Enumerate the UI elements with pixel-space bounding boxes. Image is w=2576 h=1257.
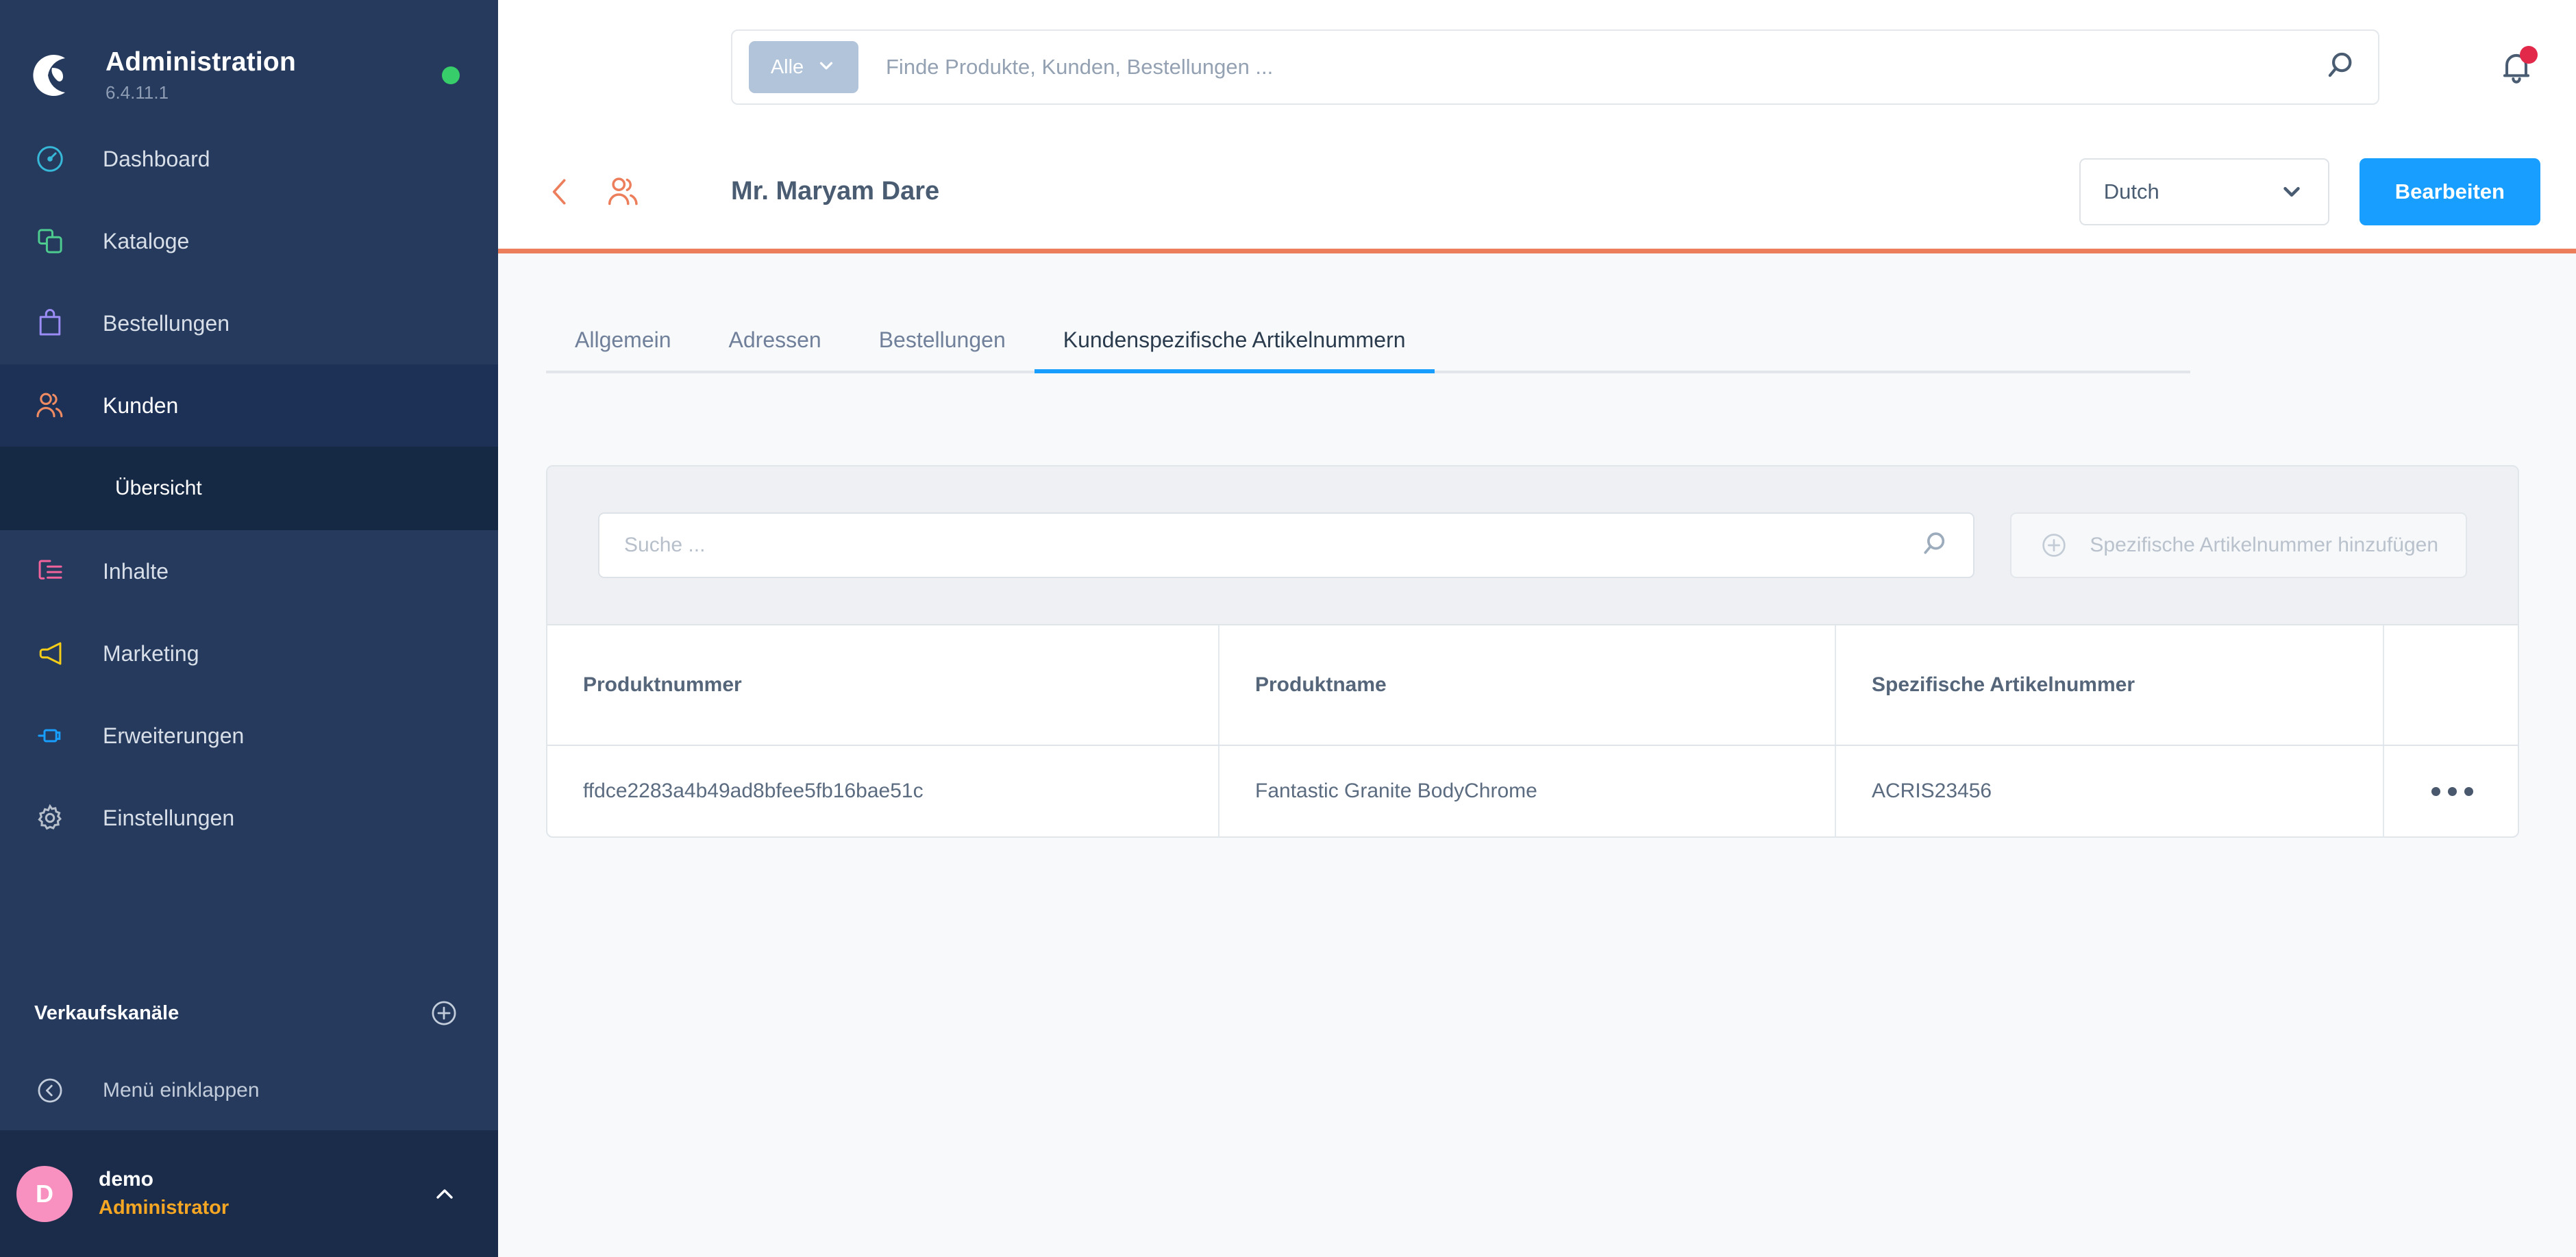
cell-produktnummer: ffdce2283a4b49ad8bfee5fb16bae51c: [547, 745, 1219, 836]
collapse-menu-button[interactable]: Menü einklappen: [0, 1051, 498, 1130]
brand-header: Administration 6.4.11.1: [0, 0, 498, 118]
customers-icon: [605, 173, 642, 210]
user-menu[interactable]: D demo Administrator: [0, 1130, 498, 1257]
notifications-button[interactable]: [2495, 46, 2538, 88]
table-row[interactable]: ffdce2283a4b49ad8bfee5fb16bae51c Fantast…: [547, 745, 2518, 836]
bag-icon: [29, 302, 71, 345]
sales-channels-section: Verkaufskanäle: [0, 975, 498, 1051]
sidebar-nav: Dashboard Kataloge Bestellungen Kunden Ü…: [0, 118, 498, 859]
avatar: D: [16, 1165, 73, 1222]
sidebar-item-einstellungen[interactable]: Einstellungen: [0, 777, 498, 859]
sidebar-subitem-uebersicht[interactable]: Übersicht: [0, 447, 498, 530]
topbar: Alle: [498, 0, 2576, 134]
smart-bar: Mr. Maryam Dare Dutch Bearbeiten: [498, 134, 2576, 253]
sidebar-item-marketing[interactable]: Marketing: [0, 612, 498, 695]
sidebar-item-label: Erweiterungen: [103, 723, 245, 748]
plus-circle-icon[interactable]: [428, 997, 460, 1029]
content-icon: [29, 550, 71, 593]
chevron-left-icon[interactable]: [546, 174, 573, 210]
tab-kundenspezifische-artikelnummern[interactable]: Kundenspezifische Artikelnummern: [1034, 327, 1435, 373]
language-select[interactable]: Dutch: [2079, 158, 2329, 225]
collapse-menu-label: Menü einklappen: [103, 1079, 260, 1102]
sidebar-item-kunden[interactable]: Kunden: [0, 364, 498, 447]
cell-produktname: Fantastic Granite BodyChrome: [1219, 745, 1836, 836]
user-name: demo: [99, 1168, 154, 1191]
context-menu-icon[interactable]: [2420, 786, 2485, 796]
customers-icon: [29, 384, 71, 427]
chevron-up-icon[interactable]: [431, 1180, 458, 1208]
sales-channels-title: Verkaufskanäle: [34, 1001, 179, 1024]
sidebar: Administration 6.4.11.1 Dashboard Katalo…: [0, 0, 498, 1257]
cell-actions: [2383, 745, 2518, 836]
shopware-logo-icon: [27, 49, 79, 101]
chevron-left-circle-icon: [29, 1069, 71, 1112]
table-head: Produktnummer Produktname Spezifische Ar…: [547, 625, 2518, 746]
status-dot-online-icon: [442, 66, 460, 84]
sidebar-item-label: Marketing: [103, 640, 199, 666]
sidebar-item-label: Dashboard: [103, 146, 210, 171]
edit-button[interactable]: Bearbeiten: [2359, 158, 2540, 225]
card-search-field: [598, 512, 1975, 578]
content-area: Allgemein Adressen Bestellungen Kundensp…: [498, 253, 2576, 1257]
sidebar-item-bestellungen[interactable]: Bestellungen: [0, 282, 498, 364]
cell-spezifische-artikelnummer: ACRIS23456: [1835, 745, 2384, 836]
tab-bar: Allgemein Adressen Bestellungen Kundensp…: [546, 327, 2190, 373]
brand-title: Administration: [106, 47, 296, 77]
chevron-down-icon: [2279, 179, 2305, 205]
sidebar-item-dashboard[interactable]: Dashboard: [0, 118, 498, 200]
add-specific-article-number-label: Spezifische Artikelnummer hinzufügen: [2090, 534, 2438, 556]
plug-icon: [29, 714, 71, 757]
tab-allgemein[interactable]: Allgemein: [546, 327, 700, 371]
card-toolbar: Spezifische Artikelnummer hinzufügen: [547, 466, 2518, 625]
column-header-produktnummer[interactable]: Produktnummer: [547, 625, 1219, 746]
article-numbers-table: Produktnummer Produktname Spezifische Ar…: [547, 625, 2518, 836]
card-search-input[interactable]: [624, 534, 1918, 557]
catalog-icon: [29, 220, 71, 262]
global-search-bar: Alle: [731, 29, 2379, 105]
sidebar-item-kataloge[interactable]: Kataloge: [0, 200, 498, 282]
sidebar-item-erweiterungen[interactable]: Erweiterungen: [0, 695, 498, 777]
sidebar-item-label: Einstellungen: [103, 805, 235, 830]
sidebar-item-label: Kunden: [103, 393, 179, 418]
user-role: Administrator: [99, 1197, 230, 1219]
user-meta: demo Administrator: [99, 1168, 229, 1219]
table-header-row: Produktnummer Produktname Spezifische Ar…: [547, 625, 2518, 746]
search-icon[interactable]: [1917, 530, 1948, 561]
search-input[interactable]: [886, 55, 2320, 79]
table-body: ffdce2283a4b49ad8bfee5fb16bae51c Fantast…: [547, 745, 2518, 836]
column-header-produktname[interactable]: Produktname: [1219, 625, 1836, 746]
article-numbers-card: Spezifische Artikelnummer hinzufügen Pro…: [546, 465, 2519, 838]
sidebar-item-inhalte[interactable]: Inhalte: [0, 530, 498, 612]
tab-bestellungen[interactable]: Bestellungen: [850, 327, 1035, 371]
add-specific-article-number-button[interactable]: Spezifische Artikelnummer hinzufügen: [2010, 512, 2467, 578]
chevron-down-icon: [816, 55, 837, 79]
search-scope-label: Alle: [770, 55, 804, 78]
brand-version: 6.4.11.1: [106, 82, 169, 103]
gear-icon: [29, 797, 71, 839]
tab-adressen[interactable]: Adressen: [700, 327, 850, 371]
smart-bar-actions: Dutch Bearbeiten: [2079, 158, 2540, 225]
sidebar-subitem-label: Übersicht: [115, 477, 202, 499]
brand-text: Administration 6.4.11.1: [106, 47, 296, 103]
sidebar-item-label: Kataloge: [103, 228, 190, 253]
sidebar-item-label: Bestellungen: [103, 310, 230, 336]
sidebar-item-label: Inhalte: [103, 558, 169, 584]
plus-circle-icon: [2039, 530, 2069, 560]
column-header-actions: [2383, 625, 2518, 746]
column-header-spezifische-artikelnummer[interactable]: Spezifische Artikelnummer: [1835, 625, 2384, 746]
main-area: Alle Finde Produkte, Kunden, Bestellunge…: [498, 0, 2576, 1257]
app-root: Administration 6.4.11.1 Dashboard Katalo…: [0, 0, 2576, 1257]
notification-badge: [2520, 46, 2538, 64]
search-scope-dropdown[interactable]: Alle: [749, 41, 858, 93]
gauge-icon: [29, 138, 71, 180]
page-title: Mr. Maryam Dare: [731, 177, 940, 206]
language-select-value: Dutch: [2103, 179, 2159, 203]
search-icon[interactable]: [2320, 49, 2356, 85]
megaphone-icon: [29, 632, 71, 675]
